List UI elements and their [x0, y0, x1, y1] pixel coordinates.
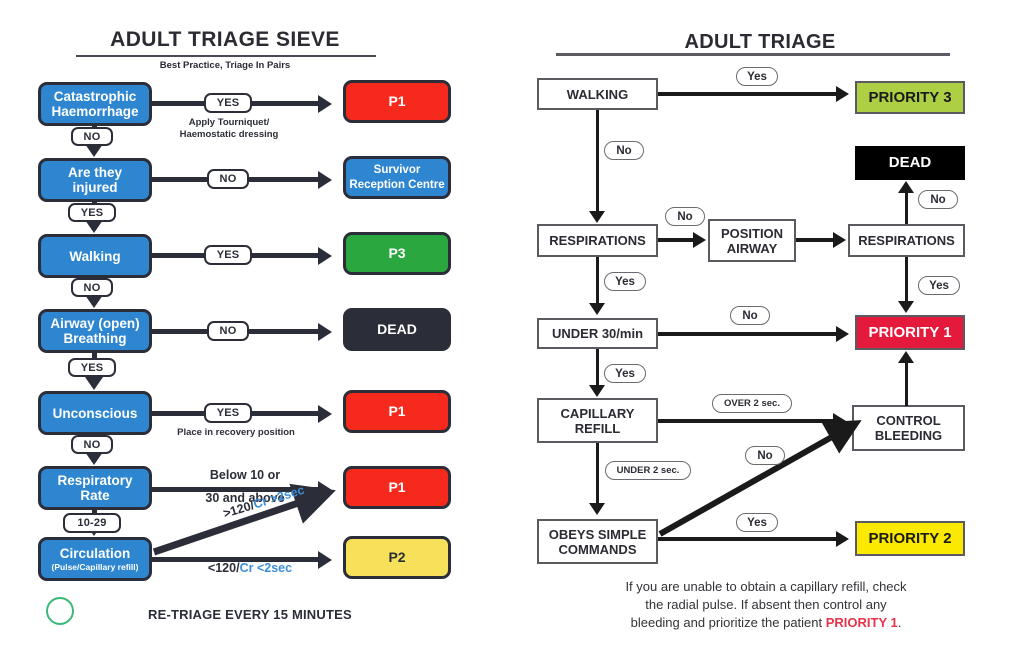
right-pill-obeys-no: No — [745, 446, 785, 465]
right-diagonal-layer — [658, 420, 862, 537]
triage-poster: ADULT TRIAGE SIEVE Best Practice, Triage… — [0, 0, 1010, 666]
footnote-line-3-pre: bleeding and prioritize the patient — [630, 615, 826, 630]
footnote-line-3: bleeding and prioritize the patient PRIO… — [540, 614, 992, 632]
footnote-line-3-post: . — [897, 615, 902, 630]
footnote-line-1: If you are unable to obtain a capillary … — [625, 579, 907, 594]
footnote-line-2: the radial pulse. If absent then control… — [645, 597, 887, 612]
obeys-no-to-control-bleeding-arrow — [658, 420, 862, 537]
right-footnote: If you are unable to obtain a capillary … — [540, 578, 992, 632]
footnote-priority-1: PRIORITY 1 — [825, 615, 898, 630]
